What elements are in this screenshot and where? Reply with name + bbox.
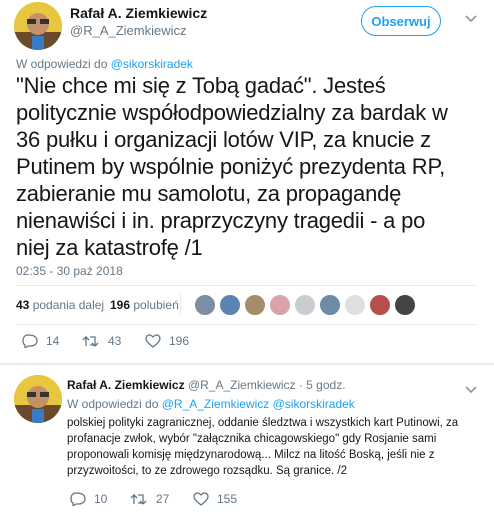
reply-tweet-text: polskiej polityki zagranicznej, oddanie … <box>67 417 459 477</box>
reply-action[interactable]: 10 <box>70 492 107 506</box>
liker-avatar[interactable] <box>269 294 291 316</box>
reply-tweet-header: Rafał A. Ziemkiewicz @R_A_Ziemkiewicz · … <box>67 378 346 392</box>
like-count: 155 <box>217 492 238 506</box>
retweet-count: 27 <box>156 492 170 506</box>
reply-to-line: W odpowiedzi do @sikorskiradek <box>16 57 193 71</box>
likes-stat[interactable]: 196 polubień <box>110 298 179 312</box>
chevron-down-icon[interactable] <box>465 383 477 397</box>
liker-avatar[interactable] <box>344 294 366 316</box>
reply-tweet-time[interactable]: · 5 godz. <box>299 378 346 392</box>
like-action[interactable]: 155 <box>193 492 237 506</box>
liker-avatar[interactable] <box>194 294 216 316</box>
reply-icon <box>70 492 86 506</box>
tweet-timestamp[interactable]: 02:35 - 30 paź 2018 <box>16 264 123 278</box>
reply-icon <box>22 334 38 348</box>
divider <box>16 324 478 325</box>
reply-to-prefix: W odpowiedzi do <box>16 57 108 71</box>
reply-count: 14 <box>46 334 60 348</box>
thread-divider <box>0 363 494 365</box>
reply-author-name[interactable]: Rafał A. Ziemkiewicz <box>67 378 185 392</box>
retweet-icon <box>82 335 99 347</box>
divider <box>16 285 478 286</box>
author-handle[interactable]: @R_A_Ziemkiewicz <box>70 23 187 38</box>
reply-action[interactable]: 14 <box>22 334 59 348</box>
retweet-icon <box>130 493 147 505</box>
chevron-down-icon[interactable] <box>465 12 477 26</box>
reply-tweet-reply-to: W odpowiedzi do @R_A_Ziemkiewicz @sikors… <box>67 397 355 411</box>
reply-to-handles-link[interactable]: @R_A_Ziemkiewicz @sikorskiradek <box>162 397 355 411</box>
like-count: 196 <box>169 334 190 348</box>
heart-icon <box>193 492 209 506</box>
stats-separator <box>180 292 181 316</box>
author-avatar[interactable] <box>14 2 62 50</box>
retweets-label: podania dalej <box>32 298 105 312</box>
reply-count: 10 <box>94 492 108 506</box>
likes-label: polubień <box>133 298 179 312</box>
liker-avatar[interactable] <box>244 294 266 316</box>
liker-avatar[interactable] <box>369 294 391 316</box>
tweet-text: "Nie chce mi się z Tobą gadać". Jesteś p… <box>16 73 448 260</box>
heart-icon <box>145 334 161 348</box>
reply-author-handle[interactable]: @R_A_Ziemkiewicz <box>188 378 296 392</box>
retweets-stat[interactable]: 43 podania dalej <box>16 298 104 312</box>
retweet-action[interactable]: 43 <box>82 334 121 348</box>
like-action[interactable]: 196 <box>145 334 189 348</box>
reply-author-avatar[interactable] <box>14 375 62 423</box>
author-name[interactable]: Rafał A. Ziemkiewicz <box>70 5 207 21</box>
retweets-count: 43 <box>16 298 30 312</box>
reply-to-prefix: W odpowiedzi do <box>67 397 159 411</box>
liker-avatars <box>194 294 419 316</box>
liker-avatar[interactable] <box>219 294 241 316</box>
follow-button[interactable]: Obserwuj <box>361 6 441 36</box>
likes-count: 196 <box>110 298 131 312</box>
reply-to-handle-link[interactable]: @sikorskiradek <box>111 57 193 71</box>
liker-avatar[interactable] <box>394 294 416 316</box>
retweet-action[interactable]: 27 <box>130 492 169 506</box>
retweet-count: 43 <box>108 334 122 348</box>
liker-avatar[interactable] <box>319 294 341 316</box>
liker-avatar[interactable] <box>294 294 316 316</box>
